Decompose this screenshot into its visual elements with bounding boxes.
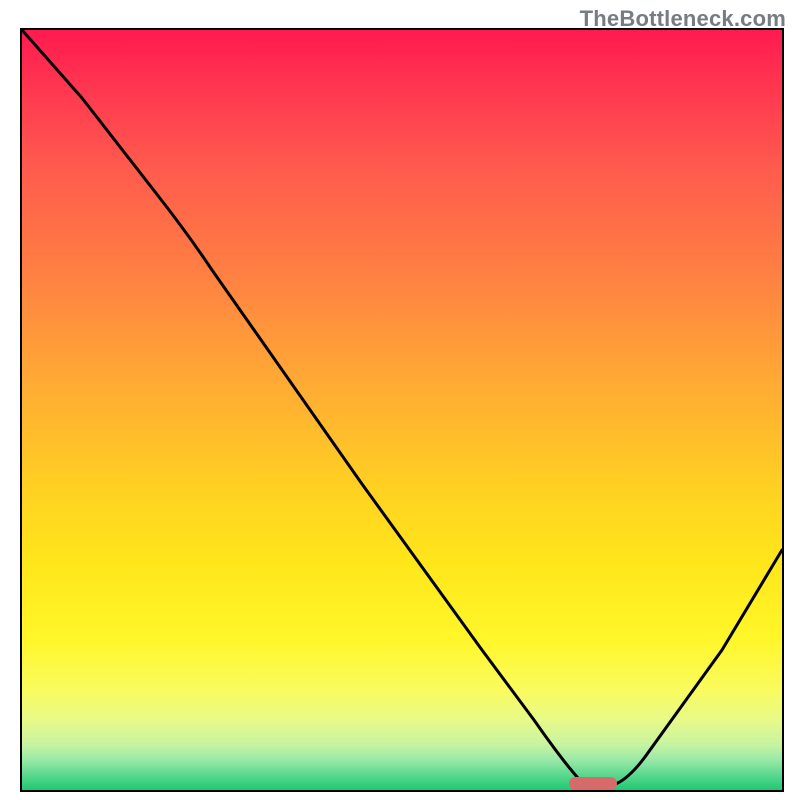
plot-area — [20, 28, 784, 792]
chart-stage: TheBottleneck.com — [0, 0, 800, 800]
optimum-marker — [569, 777, 617, 790]
bottleneck-curve — [22, 30, 782, 790]
curve-path — [22, 30, 782, 786]
watermark-text: TheBottleneck.com — [580, 6, 786, 32]
